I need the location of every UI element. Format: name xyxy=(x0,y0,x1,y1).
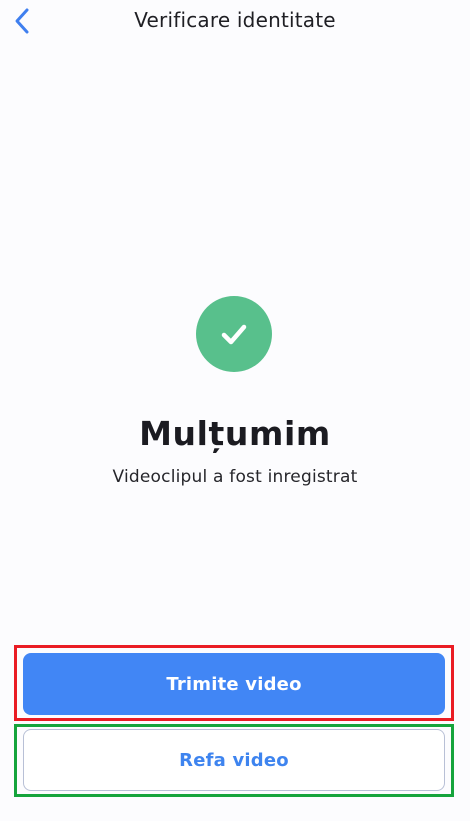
success-message: Videoclipul a fost inregistrat xyxy=(112,467,358,487)
success-title: Mulțumim xyxy=(139,414,331,453)
check-icon xyxy=(221,324,247,345)
header: Verificare identitate xyxy=(0,0,470,42)
send-video-button[interactable]: Trimite video xyxy=(23,653,445,715)
success-check-icon xyxy=(196,296,272,372)
redo-video-button[interactable]: Refa video xyxy=(23,729,445,791)
page-title: Verificare identitate xyxy=(134,8,336,32)
